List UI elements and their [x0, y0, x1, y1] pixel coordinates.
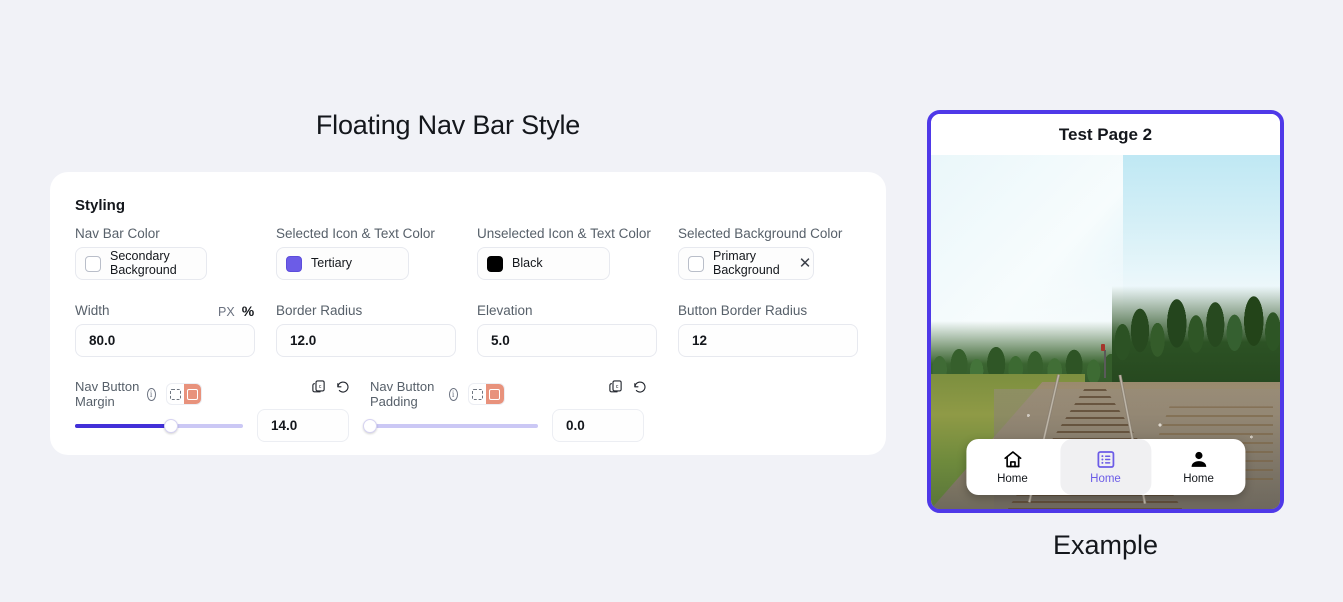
person-icon	[1191, 451, 1206, 467]
nav-item-label: Home	[997, 473, 1028, 485]
slider-thumb[interactable]	[163, 418, 178, 433]
page-title: Floating Nav Bar Style	[315, 110, 581, 140]
color-value: Black	[512, 255, 543, 270]
home-icon	[1003, 451, 1021, 468]
color-swatch-icon	[688, 255, 704, 272]
nav-button-padding-value[interactable]: 0.0	[552, 409, 644, 442]
phone-frame: Test Page 2 Home Home Home	[927, 110, 1284, 513]
color-value: Secondary Background	[110, 249, 177, 277]
reset-icon[interactable]	[632, 379, 647, 394]
field-label: Nav Bar Color	[75, 226, 160, 241]
list-icon	[1097, 451, 1114, 468]
field-label: Button Border Radius	[678, 303, 808, 318]
field-label: Selected Background Color	[678, 226, 843, 241]
border-radius-input[interactable]: 12.0	[276, 324, 456, 357]
info-icon[interactable]: i	[448, 387, 458, 401]
svg-text:c: c	[319, 384, 322, 390]
copy-icon[interactable]: c	[311, 379, 326, 394]
color-picker-selected-background-color[interactable]: Primary Background ✕	[678, 247, 814, 280]
solid-square-icon	[489, 388, 501, 400]
color-picker-unselected-icon-text-color[interactable]: Black	[477, 247, 610, 280]
slider-group-header: Nav Button Padding i	[370, 379, 505, 409]
floating-nav-bar: Home Home Home	[965, 439, 1246, 495]
clear-color-icon[interactable]: ✕	[789, 256, 812, 271]
nav-item-2[interactable]: Home	[1153, 439, 1244, 495]
slider-label: Nav Button Padding	[370, 379, 435, 409]
field-label: Elevation	[477, 303, 533, 318]
toggle-all-sides[interactable]	[183, 384, 201, 404]
field-label: Border Radius	[276, 303, 363, 318]
slider-thumb[interactable]	[363, 418, 377, 433]
margin-mode-toggle[interactable]	[165, 383, 202, 405]
slider-row: 0.0	[363, 409, 644, 442]
field-label: Width	[75, 303, 110, 318]
slider-row: 14.0	[75, 409, 349, 442]
slider-track-fill	[75, 423, 171, 428]
info-icon[interactable]: i	[146, 387, 156, 401]
unit-option-px[interactable]: PX	[218, 305, 235, 319]
width-unit-toggle[interactable]: PX %	[218, 303, 254, 319]
field-label: Unselected Icon & Text Color	[477, 226, 651, 241]
settings-panel: Floating Nav Bar Style Styling Nav Bar C…	[0, 0, 900, 602]
field-label: Selected Icon & Text Color	[276, 226, 435, 241]
svg-text:c: c	[616, 384, 619, 390]
color-swatch-icon	[286, 255, 302, 272]
nav-button-margin-slider[interactable]	[75, 415, 243, 437]
color-swatch-icon	[85, 255, 101, 272]
width-input[interactable]: 80.0	[75, 324, 255, 357]
slider-group-actions: c	[311, 379, 350, 394]
example-caption: Example	[1052, 530, 1159, 560]
slider-label: Nav Button Margin	[75, 379, 140, 409]
color-value: Tertiary	[311, 255, 352, 270]
solid-square-icon	[186, 388, 198, 400]
slider-group-header: Nav Button Margin i	[75, 379, 202, 409]
color-value: Primary Background	[713, 249, 780, 277]
toggle-all-sides[interactable]	[486, 384, 504, 404]
reset-icon[interactable]	[335, 379, 350, 394]
styling-card: Styling Nav Bar Color Secondary Backgrou…	[50, 172, 886, 455]
nav-button-margin-value[interactable]: 14.0	[257, 409, 349, 442]
elevation-input[interactable]: 5.0	[477, 324, 657, 357]
preview-panel: Test Page 2 Home Home Home	[927, 110, 1284, 513]
slider-group-actions: c	[608, 379, 647, 394]
color-swatch-icon	[487, 255, 503, 272]
color-picker-selected-icon-text-color[interactable]: Tertiary	[276, 247, 409, 280]
copy-icon[interactable]: c	[608, 379, 623, 394]
nav-item-0[interactable]: Home	[967, 439, 1058, 495]
unit-option-percent[interactable]: %	[242, 303, 254, 319]
nav-item-label: Home	[1183, 473, 1214, 485]
toggle-individual-sides[interactable]	[167, 384, 184, 404]
toggle-individual-sides[interactable]	[469, 384, 487, 404]
styling-section-heading: Styling	[75, 197, 126, 214]
nav-item-label: Home	[1090, 473, 1121, 485]
button-border-radius-input[interactable]: 12	[678, 324, 858, 357]
slider-track-background	[370, 423, 538, 428]
nav-button-padding-slider[interactable]	[363, 415, 538, 437]
dashed-square-icon	[169, 388, 181, 400]
nav-item-1[interactable]: Home	[1059, 439, 1152, 495]
color-picker-nav-bar-color[interactable]: Secondary Background	[75, 247, 207, 280]
dashed-square-icon	[471, 388, 483, 400]
padding-mode-toggle[interactable]	[467, 383, 505, 405]
preview-page-title: Test Page 2	[931, 114, 1280, 155]
